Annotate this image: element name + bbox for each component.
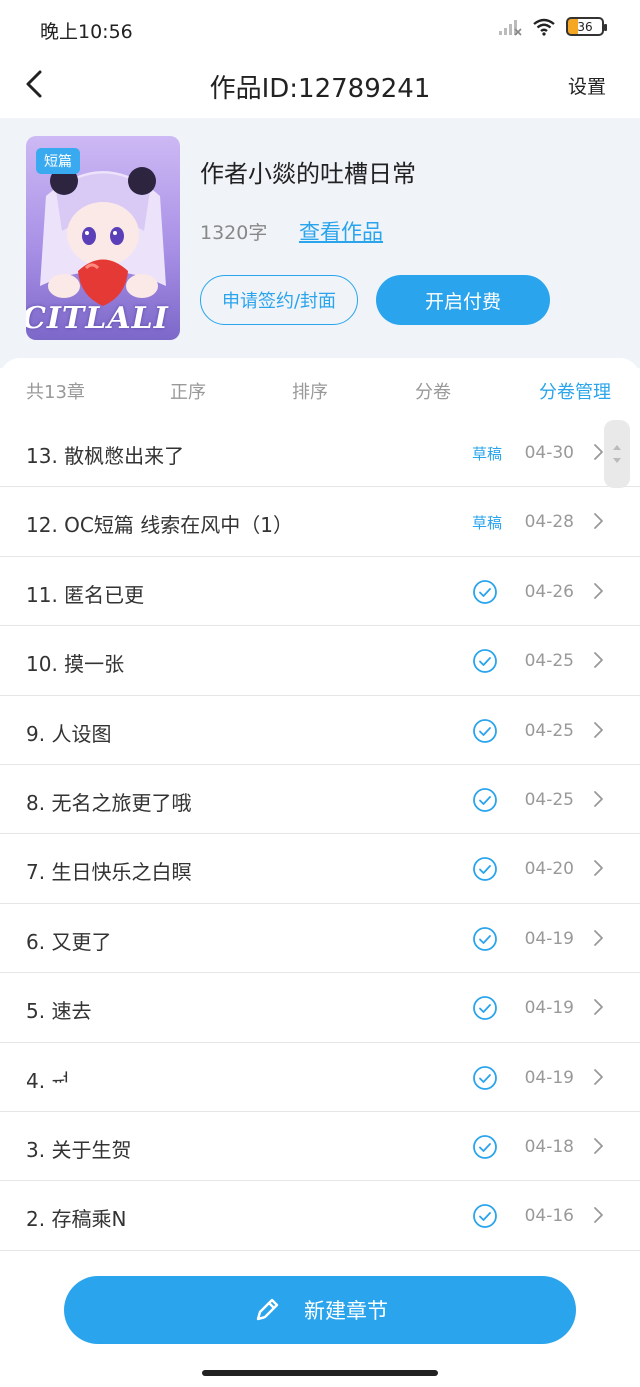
chapter-date: 04-19: [524, 1067, 574, 1088]
draft-badge: 草稿: [471, 514, 502, 533]
chapter-title: 7. 生日快乐之白瞑: [26, 860, 192, 885]
chapter-date: 04-18: [524, 1136, 574, 1157]
chapter-date: 04-19: [524, 928, 574, 949]
filter-bar: 共13章 正序 排序 分卷 分卷管理: [0, 358, 640, 420]
nav-bar: 作品ID:12789241 设置: [0, 58, 640, 118]
chapter-title: 6. 又更了: [26, 929, 112, 954]
chapter-row[interactable]: 9. 人设图 04-25: [0, 696, 640, 765]
chevron-right-icon: [594, 1068, 603, 1085]
chevron-right-icon: [594, 1138, 603, 1154]
chapter-title: 10. 摸一张: [26, 652, 125, 677]
chapter-list: 13. 散枫憋出来了 草稿 04-30 12. OC短篇 线索在风中（1） 草稿 04-2…: [0, 418, 640, 1251]
chevron-right-icon: [594, 444, 603, 460]
chapter-date: 04-20: [524, 859, 574, 880]
page-title: 作品ID:12789241: [209, 74, 431, 104]
chapter-date: 04-25: [524, 651, 574, 672]
published-check-icon: [473, 1135, 497, 1159]
chevron-right-icon: [594, 1207, 603, 1224]
chevron-right-icon: [594, 860, 603, 877]
chapter-row[interactable]: 3. 关于生贺 04-18: [0, 1112, 640, 1182]
wifi-icon: [533, 18, 555, 36]
chapter-title: 9. 人设图: [26, 721, 112, 746]
battery-icon: 36: [566, 17, 607, 36]
bottom-bar: 新建章节: [0, 1255, 640, 1387]
cover-text: CITLALI: [26, 301, 169, 336]
chapter-panel: 共13章 正序 排序 分卷 分卷管理 13. 散枫憋出来了 草稿 04-30 12. …: [0, 358, 640, 1258]
chapter-row[interactable]: 6. 又更了 04-19: [0, 904, 640, 974]
new-chapter-label: 新建章节: [304, 1299, 388, 1323]
order-toggle[interactable]: 正序: [170, 378, 206, 404]
chevron-right-icon: [594, 513, 603, 530]
chapter-row[interactable]: 4. ᆏ 04-19: [0, 1043, 640, 1112]
status-icons: 36: [498, 17, 607, 36]
chevron-right-icon: [594, 652, 603, 669]
chapter-title: 2. 存稿乘N: [26, 1207, 127, 1232]
chevron-right-icon: [594, 582, 603, 599]
scroll-arrows-icon: [613, 445, 621, 463]
view-work-link[interactable]: 查看作品: [299, 216, 383, 246]
chapter-row[interactable]: 11. 匿名已更 04-26: [0, 557, 640, 627]
chapter-date: 04-30: [524, 443, 574, 463]
new-chapter-button[interactable]: 新建章节: [64, 1276, 576, 1344]
apply-sign-button[interactable]: 申请签约/封面: [200, 275, 358, 325]
work-header: 短篇 CITLALI 作者小燚的吐槽日常 1320字 查看作品 申请签约/封面 …: [0, 118, 640, 368]
chapter-date: 04-25: [524, 789, 574, 810]
chapter-row[interactable]: 10. 摸一张 04-25: [0, 626, 640, 696]
chevron-right-icon: [594, 929, 603, 946]
chapter-row[interactable]: 12. OC短篇 线索在风中（1） 草稿 04-28: [0, 487, 640, 557]
chapter-row[interactable]: 7. 生日快乐之白瞑 04-20: [0, 834, 640, 904]
cover-tag: 短篇: [36, 148, 80, 174]
word-count: 1320字: [200, 222, 268, 244]
chapter-title: 4. ᆏ: [26, 1068, 70, 1093]
published-check-icon: [473, 1204, 497, 1229]
chapter-title: 5. 速去: [26, 999, 92, 1024]
chapter-title: 8. 无名之旅更了哦: [26, 790, 192, 815]
chapter-date: 04-28: [524, 512, 574, 533]
cover-image[interactable]: 短篇 CITLALI: [26, 136, 180, 340]
published-check-icon: [473, 788, 497, 812]
chapter-date: 04-19: [524, 998, 574, 1019]
chapter-title: 3. 关于生贺: [26, 1137, 132, 1162]
published-check-icon: [473, 926, 497, 951]
enable-payment-button[interactable]: 开启付费: [376, 275, 550, 325]
chapter-row[interactable]: 2. 存稿乘N 04-16: [0, 1181, 640, 1251]
chapter-count: 共13章: [26, 382, 85, 403]
settings-button[interactable]: 设置: [568, 72, 606, 99]
battery-level: 36: [577, 19, 593, 34]
chapter-title: 11. 匿名已更: [26, 582, 145, 607]
chapter-title: 13. 散枫憋出来了: [26, 444, 185, 468]
chapter-row[interactable]: 13. 散枫憋出来了 草稿 04-30: [0, 418, 640, 488]
volume-manage-button[interactable]: 分卷管理: [539, 378, 611, 404]
chapter-title: 12. OC短篇 线索在风中（1）: [26, 513, 293, 538]
work-title: 作者小燚的吐槽日常: [200, 160, 416, 188]
chevron-right-icon: [594, 791, 603, 807]
status-bar: 晚上10:56 36: [0, 0, 640, 58]
published-check-icon: [473, 579, 497, 604]
signal-icon: [499, 19, 522, 36]
draft-badge: 草稿: [471, 445, 502, 463]
published-check-icon: [473, 718, 497, 743]
chapter-date: 04-16: [524, 1206, 574, 1227]
status-time: 晚上10:56: [40, 21, 133, 43]
chevron-right-icon: [594, 999, 603, 1016]
volume-button[interactable]: 分卷: [415, 378, 451, 404]
pencil-icon: [256, 1298, 279, 1321]
sort-button[interactable]: 排序: [292, 378, 328, 404]
chevron-right-icon: [594, 721, 603, 738]
published-check-icon: [473, 649, 497, 674]
published-check-icon: [473, 996, 497, 1021]
published-check-icon: [473, 1065, 497, 1090]
chapter-row[interactable]: 5. 速去 04-19: [0, 973, 640, 1043]
chapter-date: 04-25: [524, 720, 574, 741]
home-indicator[interactable]: [202, 1370, 438, 1376]
published-check-icon: [473, 857, 497, 882]
chapter-row[interactable]: 8. 无名之旅更了哦 04-25: [0, 765, 640, 835]
chapter-date: 04-26: [524, 581, 574, 602]
scroll-handle[interactable]: [604, 420, 630, 488]
